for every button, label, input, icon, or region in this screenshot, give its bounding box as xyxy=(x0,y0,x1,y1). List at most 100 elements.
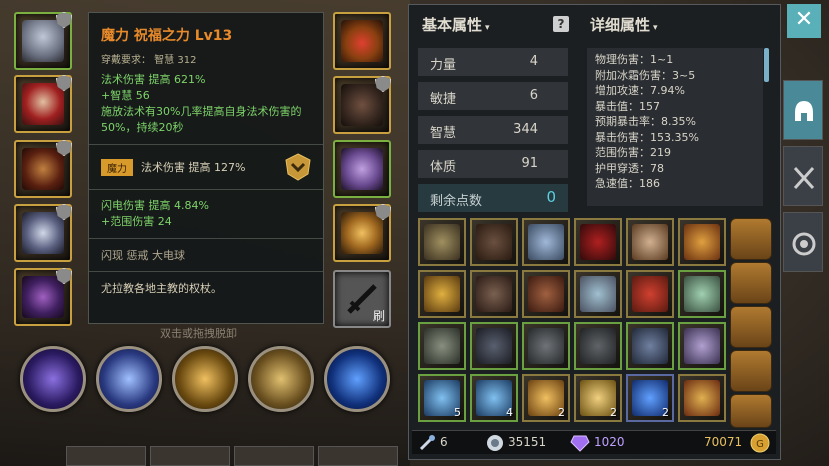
inventory-slot[interactable] xyxy=(626,322,674,370)
remaining-label: 剩余点数 xyxy=(430,194,483,209)
equip-slot-weapon[interactable] xyxy=(14,204,72,262)
inventory-item-orb[interactable]: 2 xyxy=(626,374,674,422)
help-icon[interactable]: ? xyxy=(553,16,569,32)
basic-attributes-header[interactable]: 基本属性 ▾ xyxy=(422,14,490,35)
item-art xyxy=(632,224,668,260)
bag-slot-2[interactable] xyxy=(730,262,772,304)
item-count: 2 xyxy=(662,406,669,419)
detail-line: 物理伤害：1~1 xyxy=(595,53,674,66)
inventory-slot[interactable] xyxy=(626,218,674,266)
inventory-slot[interactable] xyxy=(678,270,726,318)
equip-slot-belt[interactable] xyxy=(14,140,72,198)
item-art xyxy=(528,328,564,364)
inventory-item-creature[interactable]: 5 xyxy=(418,374,466,422)
equip-slot-amulet[interactable] xyxy=(333,12,391,70)
gloves-icon xyxy=(341,84,383,126)
tab-equipment[interactable] xyxy=(783,80,823,140)
detail-line: 暴击值：157 xyxy=(595,99,660,113)
inventory-item-scroll-2[interactable]: 2 xyxy=(574,374,622,422)
equip-slot-helmet[interactable] xyxy=(14,12,72,70)
bottom-tab-3[interactable] xyxy=(234,446,314,466)
stat-value: 91 xyxy=(521,156,538,171)
tab-skills[interactable] xyxy=(783,212,823,272)
item-art xyxy=(580,328,616,364)
item-art xyxy=(528,224,564,260)
inventory-slot[interactable] xyxy=(522,218,570,266)
item-title: 魔力 祝福之力 Lv13 xyxy=(101,28,233,44)
basic-header-label: 基本属性 xyxy=(422,16,483,34)
inventory-item-helmet[interactable] xyxy=(678,374,726,422)
inventory-slot[interactable] xyxy=(574,218,622,266)
detail-attributes-header[interactable]: 详细属性 ▾ xyxy=(590,14,658,35)
bag-slot-1[interactable] xyxy=(730,218,772,260)
stat-label: 力量 xyxy=(430,58,457,73)
gold-count: 70071 xyxy=(704,435,743,449)
range-bonus: +范围伤害 24 xyxy=(101,215,172,228)
equip-slot-ring[interactable] xyxy=(333,204,391,262)
inventory-slot[interactable] xyxy=(418,270,466,318)
equip-slot-boots[interactable] xyxy=(333,140,391,198)
belt-icon xyxy=(22,148,64,190)
svg-text:G: G xyxy=(756,439,764,450)
inventory-slot[interactable] xyxy=(574,322,622,370)
gold-coin-icon: G xyxy=(750,433,770,453)
item-art xyxy=(580,224,616,260)
skill-slot-1[interactable] xyxy=(20,346,86,412)
detail-stats-list[interactable]: 物理伤害：1~1 附加冰霜伤害：3~5 增加攻速：7.94% 暴击值：157 预… xyxy=(587,48,763,206)
inventory-slot[interactable] xyxy=(626,270,674,318)
close-icon: ✕ xyxy=(794,7,814,32)
inventory-slot[interactable] xyxy=(678,218,726,266)
bottom-tab-2[interactable] xyxy=(150,446,230,466)
item-art xyxy=(424,224,460,260)
inventory-slot[interactable] xyxy=(418,218,466,266)
bag-slot-4[interactable] xyxy=(730,350,772,392)
inventory-slot[interactable] xyxy=(574,270,622,318)
keys-count: 6 xyxy=(440,435,448,449)
inventory-item-creature-2[interactable]: 4 xyxy=(470,374,518,422)
skill-slot-2[interactable] xyxy=(96,346,162,412)
bottom-tab-4[interactable] xyxy=(318,446,398,466)
inventory-slot[interactable] xyxy=(470,270,518,318)
detail-line: 范围伤害：219 xyxy=(595,146,671,159)
weapon-icon xyxy=(22,212,64,254)
skill-slot-3[interactable] xyxy=(172,346,238,412)
inventory-slot[interactable] xyxy=(522,270,570,318)
amulet-icon xyxy=(341,20,383,62)
bonus-proc: 施放法术有30%几率提高自身法术伤害的50%，持续20秒 xyxy=(101,105,302,134)
currency-bar: 6 35151 1020 70071 G xyxy=(412,430,776,454)
skill-slot-5[interactable] xyxy=(324,346,390,412)
inventory-slot[interactable] xyxy=(470,218,518,266)
helmet-tab-icon xyxy=(795,101,813,121)
stat-label: 智慧 xyxy=(430,126,457,141)
inventory-slot[interactable] xyxy=(522,322,570,370)
bag-slot-5[interactable] xyxy=(730,394,772,428)
equip-slot-chest[interactable] xyxy=(14,75,72,133)
equip-slot-cape[interactable] xyxy=(14,268,72,326)
item-art xyxy=(424,328,460,364)
bottom-tab-1[interactable] xyxy=(66,446,146,466)
crystal-icon xyxy=(487,435,503,451)
detail-header-arrow: ▾ xyxy=(653,23,658,33)
gem-icon xyxy=(570,435,590,452)
stat-value: 344 xyxy=(513,122,538,137)
inventory-slot[interactable] xyxy=(678,322,726,370)
skill-slot-4[interactable] xyxy=(248,346,314,412)
close-button[interactable]: ✕ xyxy=(787,4,821,38)
offhand-slot[interactable]: 刷 xyxy=(333,270,391,328)
detail-line: 附加冰霜伤害：3~5 xyxy=(595,68,696,82)
detail-line: 护甲穿透：78 xyxy=(595,161,664,175)
divider xyxy=(89,238,323,239)
item-art xyxy=(684,328,720,364)
bag-slot-3[interactable] xyxy=(730,306,772,348)
cape-icon xyxy=(22,276,64,318)
gems-count: 1020 xyxy=(594,435,625,449)
crossed-swords-icon xyxy=(793,166,815,190)
inventory-slot[interactable] xyxy=(470,322,518,370)
tab-weapons[interactable] xyxy=(783,146,823,206)
inventory-item-scroll[interactable]: 2 xyxy=(522,374,570,422)
bonus-wisdom: +智慧 56 xyxy=(101,89,150,102)
inventory-slot[interactable] xyxy=(418,322,466,370)
remaining-value: 0 xyxy=(546,188,556,206)
detail-scrollbar[interactable] xyxy=(764,48,769,82)
equip-slot-gloves[interactable] xyxy=(333,76,391,134)
